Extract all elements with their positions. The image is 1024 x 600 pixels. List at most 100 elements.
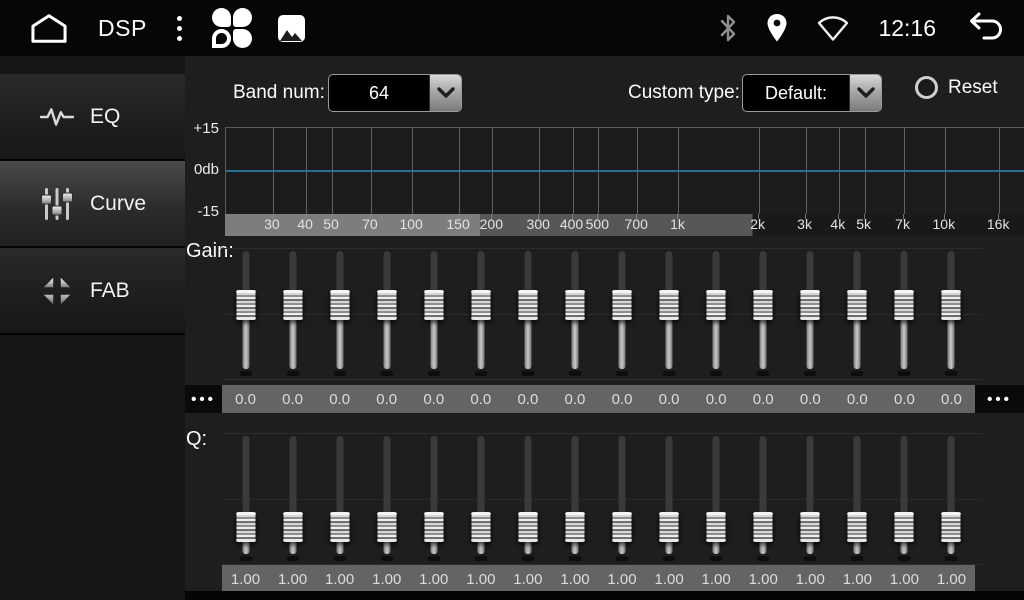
apps-clover-icon[interactable] <box>212 8 252 48</box>
gain-value: 0.0 <box>363 391 410 408</box>
q-slider[interactable] <box>599 433 646 563</box>
q-slider[interactable] <box>316 433 363 563</box>
scroll-right-button[interactable]: ••• <box>975 385 1024 413</box>
q-slider[interactable] <box>551 433 598 563</box>
q-slider-base <box>474 556 487 561</box>
q-slider-knob[interactable] <box>329 512 350 542</box>
gain-slider[interactable] <box>928 248 975 378</box>
q-slider-knob[interactable] <box>753 512 774 542</box>
gain-slider-knob[interactable] <box>753 290 774 320</box>
q-slider[interactable] <box>834 433 881 563</box>
q-slider-knob[interactable] <box>941 512 962 542</box>
q-slider-knob[interactable] <box>282 512 303 542</box>
gain-slider-knob[interactable] <box>706 290 727 320</box>
gain-slider[interactable] <box>269 248 316 378</box>
q-slider-track <box>619 436 626 524</box>
q-slider[interactable] <box>646 433 693 563</box>
gain-value: 0.0 <box>222 391 269 408</box>
q-slider-knob[interactable] <box>847 512 868 542</box>
gain-slider-knob[interactable] <box>800 290 821 320</box>
gain-slider[interactable] <box>740 248 787 378</box>
gain-slider-base <box>239 371 252 376</box>
gain-slider-base <box>427 371 440 376</box>
gallery-icon[interactable] <box>278 15 305 42</box>
q-value: 1.00 <box>928 571 975 588</box>
q-slider-knob[interactable] <box>612 512 633 542</box>
waveform-icon <box>40 100 74 134</box>
q-slider-knob[interactable] <box>376 512 397 542</box>
q-slider[interactable] <box>881 433 928 563</box>
q-slider[interactable] <box>504 433 551 563</box>
band-num-dropdown[interactable]: 64 <box>328 74 462 112</box>
reset-radio-icon[interactable] <box>915 76 938 99</box>
home-icon[interactable] <box>26 11 72 45</box>
gain-slider-knob[interactable] <box>423 290 444 320</box>
q-value: 1.00 <box>316 571 363 588</box>
gain-slider[interactable] <box>834 248 881 378</box>
gain-slider-knob[interactable] <box>941 290 962 320</box>
gain-slider-knob[interactable] <box>376 290 397 320</box>
gain-slider-base <box>380 371 393 376</box>
gain-slider[interactable] <box>410 248 457 378</box>
gain-slider-base <box>851 371 864 376</box>
gain-slider[interactable] <box>222 248 269 378</box>
band-num-label: Band num: <box>233 82 325 104</box>
gain-slider[interactable] <box>363 248 410 378</box>
gain-slider-knob[interactable] <box>847 290 868 320</box>
gain-slider[interactable] <box>504 248 551 378</box>
custom-type-dropdown[interactable]: Default: <box>742 74 882 112</box>
q-slider[interactable] <box>363 433 410 563</box>
q-slider-knob[interactable] <box>706 512 727 542</box>
back-icon[interactable] <box>964 11 1006 45</box>
q-slider[interactable] <box>269 433 316 563</box>
gain-slider[interactable] <box>457 248 504 378</box>
gain-slider-knob[interactable] <box>612 290 633 320</box>
gain-slider[interactable] <box>551 248 598 378</box>
eq-curve-plot[interactable] <box>225 127 1024 215</box>
sidebar-item-fab[interactable]: FAB <box>0 248 185 335</box>
q-slider-knob[interactable] <box>659 512 680 542</box>
q-slider-knob[interactable] <box>423 512 444 542</box>
q-slider[interactable] <box>787 433 834 563</box>
q-slider-knob[interactable] <box>894 512 915 542</box>
q-slider[interactable] <box>928 433 975 563</box>
scroll-left-button[interactable]: ••• <box>185 385 222 413</box>
q-slider-track <box>524 436 531 524</box>
gain-slider-knob[interactable] <box>282 290 303 320</box>
freq-tick-label: 10k <box>933 216 956 232</box>
gain-slider[interactable] <box>599 248 646 378</box>
kebab-menu-icon[interactable] <box>173 12 186 45</box>
gain-slider-knob[interactable] <box>659 290 680 320</box>
gain-slider[interactable] <box>646 248 693 378</box>
chevron-down-icon[interactable] <box>849 75 881 111</box>
gain-slider[interactable] <box>693 248 740 378</box>
q-slider-knob[interactable] <box>564 512 585 542</box>
reset-button[interactable]: Reset <box>915 76 998 99</box>
gain-slider[interactable] <box>881 248 928 378</box>
gain-value: 0.0 <box>410 391 457 408</box>
sidebar-item-eq[interactable]: EQ <box>0 74 185 161</box>
gain-slider-knob[interactable] <box>329 290 350 320</box>
gain-slider-knob[interactable] <box>564 290 585 320</box>
gain-slider-knob[interactable] <box>470 290 491 320</box>
chevron-down-icon[interactable] <box>429 75 461 111</box>
q-slider-knob[interactable] <box>517 512 538 542</box>
freq-tick-label: 400 <box>560 216 583 232</box>
gain-slider-knob[interactable] <box>235 290 256 320</box>
curve-panel: Band num: 64 Custom type: Default: Reset… <box>185 56 1024 600</box>
q-slider-knob[interactable] <box>800 512 821 542</box>
q-slider[interactable] <box>457 433 504 563</box>
q-slider[interactable] <box>693 433 740 563</box>
q-slider[interactable] <box>740 433 787 563</box>
gain-slider[interactable] <box>787 248 834 378</box>
freq-tick-label: 300 <box>527 216 550 232</box>
q-slider[interactable] <box>222 433 269 563</box>
sidebar-item-curve[interactable]: Curve <box>0 161 185 248</box>
q-slider[interactable] <box>410 433 457 563</box>
gain-slider-knob[interactable] <box>517 290 538 320</box>
q-slider-knob[interactable] <box>470 512 491 542</box>
gain-slider-knob[interactable] <box>894 290 915 320</box>
gain-value: 0.0 <box>881 391 928 408</box>
q-slider-knob[interactable] <box>235 512 256 542</box>
gain-slider[interactable] <box>316 248 363 378</box>
